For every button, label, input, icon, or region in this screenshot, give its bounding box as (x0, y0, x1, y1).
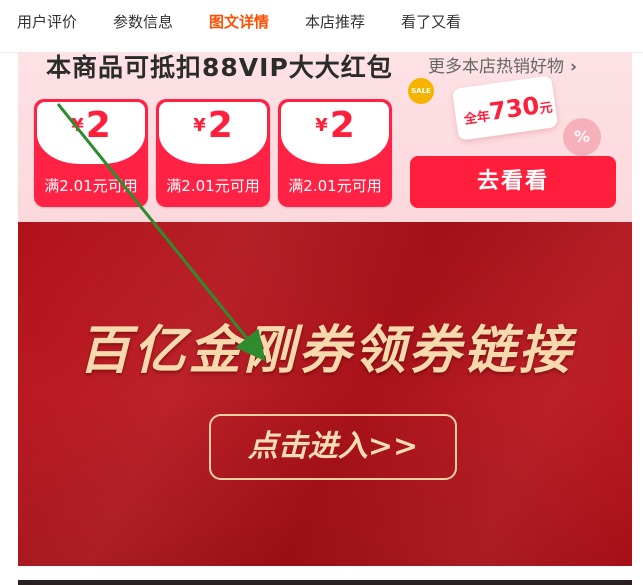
click-to-enter-button[interactable]: 点击进入>> (209, 414, 457, 480)
tab-parameters[interactable]: 参数信息 (113, 12, 173, 32)
more-store-items-label: 更多本店热销好物 (428, 57, 564, 77)
coupon-currency: ¥ (315, 115, 328, 136)
tab-user-reviews[interactable]: 用户评价 (17, 12, 77, 32)
sale-badge-icon: SALE (408, 78, 434, 104)
vip-card-amount: 730 (487, 91, 542, 127)
coupon-value: 2 (329, 105, 355, 146)
coupon-card[interactable]: ¥2 满2.01元可用 (278, 99, 392, 207)
percent-badge-icon: % (563, 118, 601, 156)
vip-savings-card: 全年730元 (451, 75, 559, 141)
coupon-condition: 满2.01元可用 (288, 177, 382, 195)
coupon-condition: 满2.01元可用 (44, 177, 138, 195)
coupon-condition: 满2.01元可用 (166, 177, 260, 195)
promo-banner[interactable]: 百亿金刚券领券链接 点击进入>> (18, 222, 632, 566)
vip-savings-text: 全年730元 (462, 90, 554, 130)
tab-also-viewed[interactable]: 看了又看 (401, 12, 461, 32)
coupon-banner-title: 本商品可抵扣88VIP大大红包 (46, 53, 393, 82)
coupon-card[interactable]: ¥2 满2.01元可用 (34, 99, 148, 207)
next-section-strip (18, 580, 632, 585)
coupon-currency: ¥ (193, 115, 206, 136)
go-see-button[interactable]: 去看看 (410, 156, 616, 208)
coupon-currency: ¥ (71, 115, 84, 136)
coupon-amount: ¥2 (156, 105, 270, 146)
tab-graphic-details[interactable]: 图文详情 (209, 12, 269, 32)
coupon-amount: ¥2 (278, 105, 392, 146)
coupon-banner: 本商品可抵扣88VIP大大红包 更多本店热销好物 › ¥2 满2.01元可用 ¥2… (18, 52, 632, 222)
more-store-items-link[interactable]: 更多本店热销好物 › (428, 52, 577, 77)
promo-headline: 百亿金刚券领券链接 (78, 320, 574, 381)
coupon-value: 2 (85, 105, 111, 146)
tab-bar: 用户评价 参数信息 图文详情 本店推荐 看了又看 (0, 0, 643, 53)
vip-card-unit: 元 (538, 100, 554, 118)
chevron-right-icon: › (570, 57, 578, 77)
coupon-value: 2 (207, 105, 233, 146)
tab-store-recommendations[interactable]: 本店推荐 (305, 12, 365, 32)
coupon-amount: ¥2 (34, 105, 148, 146)
coupon-card[interactable]: ¥2 满2.01元可用 (156, 99, 270, 207)
vip-card-prefix: 全年 (463, 109, 492, 128)
